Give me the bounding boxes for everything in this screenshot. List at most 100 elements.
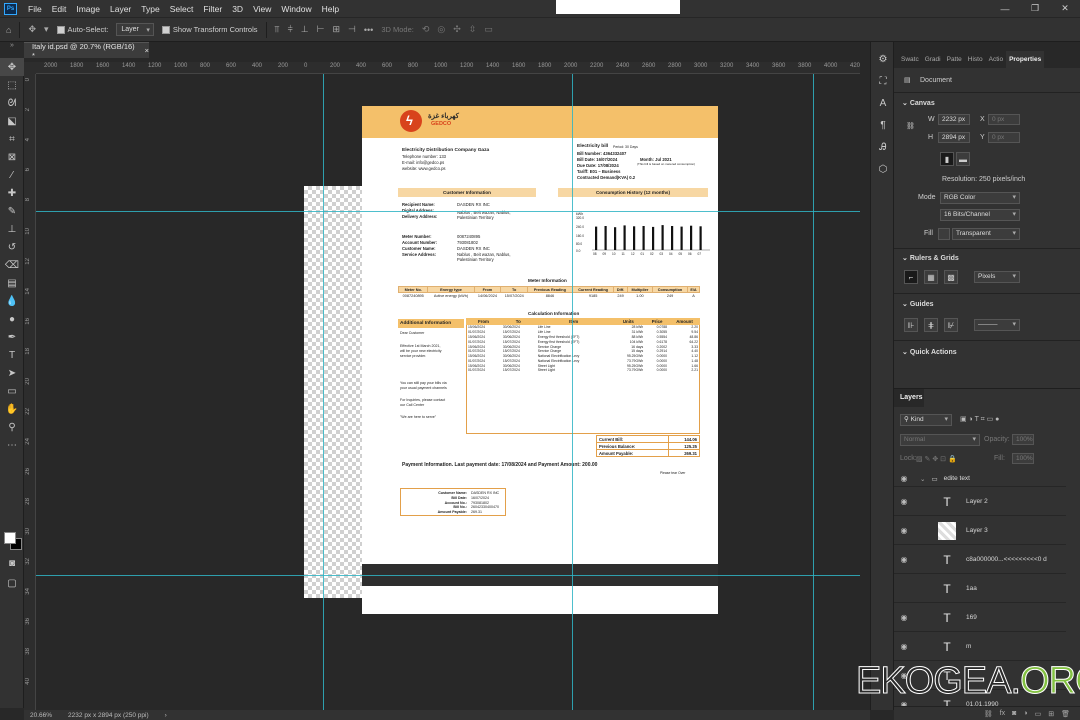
fill-select[interactable]: Transparent [952, 228, 1020, 240]
zoom-level[interactable]: 20.66% [30, 712, 52, 719]
toolbar-collapse-handle[interactable]: » [0, 42, 24, 58]
3d-scale-icon[interactable]: ▭ [484, 24, 493, 35]
layers-panel-title[interactable]: Layers [894, 389, 924, 407]
y-field[interactable]: 0 px [988, 132, 1020, 143]
bit-depth-select[interactable]: 16 Bits/Channel [940, 209, 1020, 221]
adjust-panel-icon[interactable]: ⚙ [871, 48, 895, 70]
guide-line[interactable] [36, 211, 860, 212]
guide-style-select[interactable]: ——— [974, 319, 1020, 331]
layer-row[interactable]: ◉ T 169 [894, 604, 1066, 632]
landscape-orientation-icon[interactable]: ▬ [956, 152, 970, 166]
screen-mode-icon[interactable]: ▢ [0, 574, 24, 592]
align-left-icon[interactable]: ⊢ [317, 24, 325, 35]
healing-brush-tool-icon[interactable]: ✚ [0, 184, 24, 202]
layer-row[interactable]: ◉ Layer 3 [894, 517, 1066, 545]
document-tab[interactable]: Italy id.psd @ 20.7% (RGB/16) * × [24, 42, 149, 60]
show-transform-checkbox[interactable]: Show Transform Controls [161, 25, 258, 34]
blur-tool-icon[interactable]: 💧 [0, 292, 24, 310]
fill-swatch[interactable] [938, 228, 950, 240]
guide-line[interactable] [323, 74, 324, 710]
menu-image[interactable]: Image [71, 4, 105, 14]
vertical-ruler[interactable]: 0 2 4 6 8 10 12 14 16 18 20 22 24 26 28 30 32 34 36 38 40 [24, 74, 36, 710]
visibility-eye-icon[interactable]: ◉ [894, 474, 914, 483]
align-center-icon[interactable]: ⊞ [332, 24, 340, 35]
color-mode-select[interactable]: RGB Color [940, 192, 1020, 204]
lasso-tool-icon[interactable]: ᘛ [0, 94, 24, 112]
fx-icon[interactable]: fx [1000, 710, 1005, 717]
frame-tool-icon[interactable]: ⊠ [0, 148, 24, 166]
tab-gradients[interactable]: Gradi [922, 56, 944, 68]
status-arrow-icon[interactable]: › [165, 712, 167, 719]
filter-icons[interactable]: ▣ ◑ T ⌗ ▭ ● [960, 415, 999, 424]
move-tool-icon[interactable]: ✥ [28, 24, 36, 35]
search-field[interactable] [556, 0, 680, 14]
auto-select-dropdown[interactable]: Layer [116, 23, 154, 36]
new-layer-icon[interactable]: ⊞ [1048, 710, 1054, 718]
crop-tool-icon[interactable]: ⌗ [0, 130, 24, 148]
gradient-tool-icon[interactable]: ▤ [0, 274, 24, 292]
3d-drag-icon[interactable]: ✣ [453, 24, 461, 35]
tab-properties[interactable]: Properties [1006, 51, 1045, 68]
link-layers-icon[interactable]: ⛓ [984, 710, 993, 718]
path-select-tool-icon[interactable]: ➤ [0, 364, 24, 382]
width-field[interactable]: 2232 px [938, 114, 970, 125]
visibility-eye-icon[interactable]: ◉ [894, 526, 914, 535]
menu-edit[interactable]: Edit [47, 4, 72, 14]
3d-slide-icon[interactable]: ⇳ [469, 24, 477, 35]
menu-type[interactable]: Type [136, 4, 164, 14]
guides-section[interactable]: ⌄ Guides [902, 300, 934, 308]
visibility-eye-icon[interactable]: ◉ [894, 497, 914, 506]
3d-roll-icon[interactable]: ◎ [437, 24, 445, 35]
quick-mask-icon[interactable]: ◙ [0, 554, 24, 572]
menu-3d[interactable]: 3D [227, 4, 248, 14]
guide-line[interactable] [813, 74, 814, 710]
blend-mode-select[interactable]: Normal [900, 434, 980, 446]
guide-color-icon[interactable]: ⊮ [944, 318, 958, 332]
marquee-tool-icon[interactable]: ⬚ [0, 76, 24, 94]
rectangle-tool-icon[interactable]: ▭ [0, 382, 24, 400]
menu-window[interactable]: Window [276, 4, 316, 14]
eraser-tool-icon[interactable]: ⌫ [0, 256, 24, 274]
guide-layout-icon[interactable]: ⊪ [904, 318, 918, 332]
brush-tool-icon[interactable]: ✎ [0, 202, 24, 220]
align-middle-icon[interactable]: ⫩ [288, 24, 293, 35]
more-options-button[interactable]: ••• [364, 25, 373, 35]
history-brush-tool-icon[interactable]: ↺ [0, 238, 24, 256]
adjustment-icon[interactable]: ◑ [1023, 710, 1027, 717]
grid-icon[interactable]: ▦ [924, 270, 938, 284]
guide-line[interactable] [572, 74, 573, 710]
visibility-eye-icon[interactable]: ◉ [894, 613, 914, 622]
maximize-button[interactable]: ❐ [1020, 0, 1050, 17]
document-info[interactable]: 2232 px x 2894 px (250 ppi) [68, 712, 149, 719]
mask-icon[interactable]: ◙ [1012, 710, 1016, 717]
layer-group-row[interactable]: ◉ ⌄ ▭ edite text [894, 471, 1066, 487]
tab-swatches[interactable]: Swatc [898, 56, 922, 68]
delete-layer-icon[interactable]: 🗑 [1061, 710, 1070, 718]
menu-help[interactable]: Help [317, 4, 344, 14]
ruler-units-select[interactable]: Pixels [974, 271, 1020, 283]
character-panel-icon[interactable]: A [871, 92, 895, 114]
canvas-workspace[interactable]: ϟ كهرباء غزة GEDCO Electricity Distribut… [36, 74, 860, 710]
menu-filter[interactable]: Filter [198, 4, 227, 14]
visibility-eye-icon[interactable]: ◉ [894, 642, 914, 651]
layer-row[interactable]: ◉ Tm [894, 633, 1066, 661]
eyedropper-tool-icon[interactable]: ⁄ [0, 166, 24, 184]
link-icon[interactable]: ⛓ [906, 122, 915, 130]
horizontal-ruler[interactable]: 2000 1800 1600 1400 1200 1000 800 600 400 200 0 200… [36, 62, 860, 74]
new-group-icon[interactable]: ▭ [1035, 710, 1042, 718]
paragraph-panel-icon[interactable]: ¶ [871, 114, 895, 136]
lock-icons[interactable]: ▨ ✎ ✥ ⊡ 🔒 [916, 455, 957, 463]
rulers-grids-section[interactable]: ⌄ Rulers & Grids [902, 254, 959, 262]
x-field[interactable]: 0 px [988, 114, 1020, 125]
object-select-tool-icon[interactable]: ⬕ [0, 112, 24, 130]
3d-panel-icon[interactable]: ⬡ [871, 158, 895, 180]
chevron-down-icon[interactable]: ⌄ [920, 475, 925, 483]
height-field[interactable]: 2894 px [938, 132, 970, 143]
guide-lock-icon[interactable]: ⋕ [924, 318, 938, 332]
paths-panel-icon[interactable]: ⛶ [871, 70, 895, 92]
move-tool-icon[interactable]: ✥ [0, 58, 24, 76]
quick-actions-section[interactable]: ⌄ Quick Actions [902, 348, 957, 356]
close-tab-icon[interactable]: × [145, 46, 149, 55]
tab-patterns[interactable]: Patte [944, 56, 965, 68]
type-tool-icon[interactable]: T [0, 346, 24, 364]
